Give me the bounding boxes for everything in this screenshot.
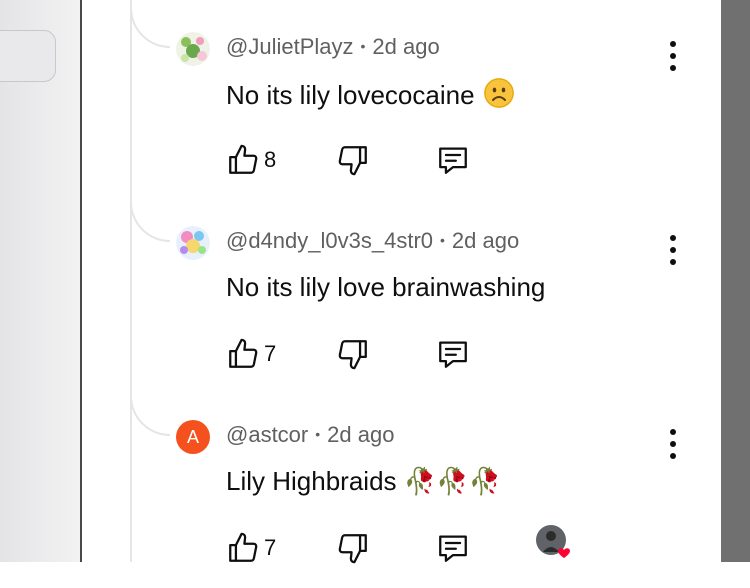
heart-icon	[558, 548, 570, 558]
comment-time[interactable]: 2d ago	[372, 34, 439, 59]
comment-author[interactable]: @JulietPlayz	[226, 34, 354, 59]
like-count: 7	[264, 535, 277, 560]
thumbs-up-icon	[229, 338, 258, 368]
comment-author[interactable]: @astcor	[226, 422, 308, 447]
comment-actions: 7	[226, 525, 626, 566]
reply-button[interactable]	[436, 336, 470, 372]
comment-text: No its lily love brainwashing	[226, 272, 545, 303]
comment-reply: @d4ndy_l0v3s_4str0 • 2d ago No its lily lo…	[176, 224, 696, 394]
comment-body: No its lily love brainwashing	[226, 272, 546, 302]
more-options-button[interactable]	[661, 230, 685, 270]
reply-comment-icon	[439, 341, 467, 368]
comment-text: Lily Highbraids 🥀🥀🥀	[226, 466, 501, 497]
comment-body: No its lily lovecocaine	[226, 80, 475, 110]
dislike-button[interactable]	[336, 142, 370, 178]
dislike-button[interactable]	[336, 336, 370, 372]
reply-button[interactable]	[436, 530, 470, 566]
reply-button[interactable]	[436, 142, 470, 178]
comment-meta: @d4ndy_l0v3s_4str0 • 2d ago	[226, 228, 519, 254]
avatar[interactable]	[176, 32, 210, 66]
meta-separator: •	[315, 426, 321, 442]
like-count: 7	[264, 341, 277, 366]
thumbs-down-icon	[338, 146, 367, 176]
left-pane	[0, 0, 80, 562]
more-vertical-icon	[670, 235, 676, 265]
like-button[interactable]: 7	[226, 336, 276, 372]
comment-time[interactable]: 2d ago	[327, 422, 394, 447]
creator-heart-badge	[536, 524, 572, 564]
reply-comment-icon	[439, 535, 467, 562]
more-vertical-icon	[670, 41, 676, 71]
wilted-rose-icon: 🥀🥀🥀	[403, 467, 501, 497]
right-scroll-area	[721, 0, 750, 562]
comment-actions: 8	[226, 142, 626, 178]
comment-text: No its lily lovecocaine	[226, 78, 514, 111]
reply-branch-connector	[130, 202, 170, 242]
comment-actions: 7	[226, 336, 626, 372]
more-options-button[interactable]	[661, 424, 685, 464]
like-button[interactable]: 7	[226, 530, 276, 566]
thumbs-up-icon	[229, 532, 258, 562]
dislike-button[interactable]	[336, 530, 370, 566]
left-input-pill[interactable]	[0, 30, 56, 82]
more-options-button[interactable]	[661, 36, 685, 76]
comment-reply: A @astcor • 2d ago Lily Highbraids 🥀🥀🥀 7	[176, 418, 696, 588]
meta-separator: •	[360, 38, 366, 54]
thumbs-up-icon	[229, 144, 258, 174]
like-count: 8	[264, 147, 277, 172]
sad-face-icon	[483, 78, 514, 108]
comment-time[interactable]: 2d ago	[452, 228, 519, 253]
comment-meta: @JulietPlayz • 2d ago	[226, 34, 440, 60]
reply-thread-line	[130, 0, 132, 562]
comment-author[interactable]: @d4ndy_l0v3s_4str0	[226, 228, 433, 253]
avatar[interactable]	[176, 226, 210, 260]
comment-body: Lily Highbraids	[226, 466, 397, 496]
like-button[interactable]: 8	[226, 142, 276, 178]
pane-divider	[80, 0, 82, 562]
reply-comment-icon	[439, 147, 467, 174]
comment-meta: @astcor • 2d ago	[226, 422, 394, 448]
more-vertical-icon	[670, 429, 676, 459]
comment-reply: @JulietPlayz • 2d ago No its lily lovecoca…	[176, 30, 696, 200]
meta-separator: •	[440, 232, 445, 248]
reply-branch-connector	[130, 396, 170, 436]
reply-branch-connector	[130, 8, 170, 48]
avatar[interactable]: A	[176, 420, 210, 454]
thumbs-down-icon	[338, 340, 367, 370]
thumbs-down-icon	[338, 534, 367, 564]
